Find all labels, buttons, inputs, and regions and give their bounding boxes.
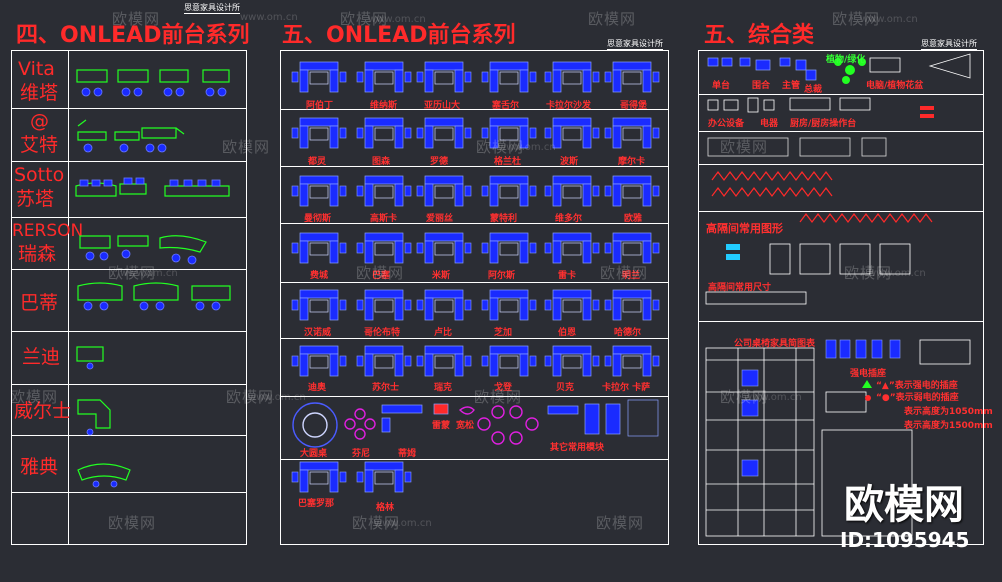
wm-site-3: www.om.cn xyxy=(860,14,918,25)
wm-brand-18: 欧模网 xyxy=(596,514,645,532)
right-label-1: 单台 xyxy=(712,81,731,91)
right-legend-2: “●”表示弱电的插座 xyxy=(876,393,959,403)
wm-site-7: www.om.cn xyxy=(248,392,306,403)
wm-brand-9: 欧模网 xyxy=(356,264,405,282)
right-label-row4-title: 高隔间常用图形 xyxy=(706,222,783,235)
right-table-title: 公司桌椅家具简图表 xyxy=(734,339,816,349)
right-label-2: 围合 xyxy=(752,81,771,91)
wm-id: ID:1095945 xyxy=(840,528,970,552)
right-label-9: 厨房/厨房操作台 xyxy=(790,119,857,129)
right-legend-3: 表示高度为1050mm xyxy=(904,407,993,417)
right-label-7: 办公设备 xyxy=(708,119,745,129)
wm-brand-7: 欧模网 xyxy=(720,138,769,156)
right-label-row4-sub: 高隔间常用尺寸 xyxy=(708,283,772,293)
wm-brand-3: 欧模网 xyxy=(588,10,637,28)
right-label-8: 电器 xyxy=(760,119,779,129)
wm-site-4: www.om.cn xyxy=(498,142,556,153)
wm-site-8: www.om.cn xyxy=(744,392,802,403)
wm-site-2: www.om.cn xyxy=(368,14,426,25)
wm-brand-10: 欧模网 xyxy=(600,264,649,282)
wm-brand-16: 欧模网 xyxy=(108,514,157,532)
wm-brand-12: 欧模网 xyxy=(10,388,59,406)
right-label-4: 总裁 xyxy=(804,85,823,95)
wm-site-1: www.om.cn xyxy=(240,12,298,23)
wm-brand-14: 欧模网 xyxy=(474,388,523,406)
wm-site-9: www.om.cn xyxy=(374,518,432,529)
wm-site-5: www.om.cn xyxy=(120,268,178,279)
wm-brand-large: 欧模网 xyxy=(844,482,964,528)
wm-brand-1: 欧模网 xyxy=(112,10,161,28)
right-label-5: 植物/绿化 xyxy=(826,55,866,65)
wm-site-6: www.om.cn xyxy=(868,268,926,279)
wm-brand-5: 欧模网 xyxy=(222,138,271,156)
right-legend-4: 表示高度为1500mm xyxy=(904,421,993,431)
right-label-3: 主管 xyxy=(782,81,801,91)
right-label-6: 电脑/植物花盆 xyxy=(866,81,924,91)
